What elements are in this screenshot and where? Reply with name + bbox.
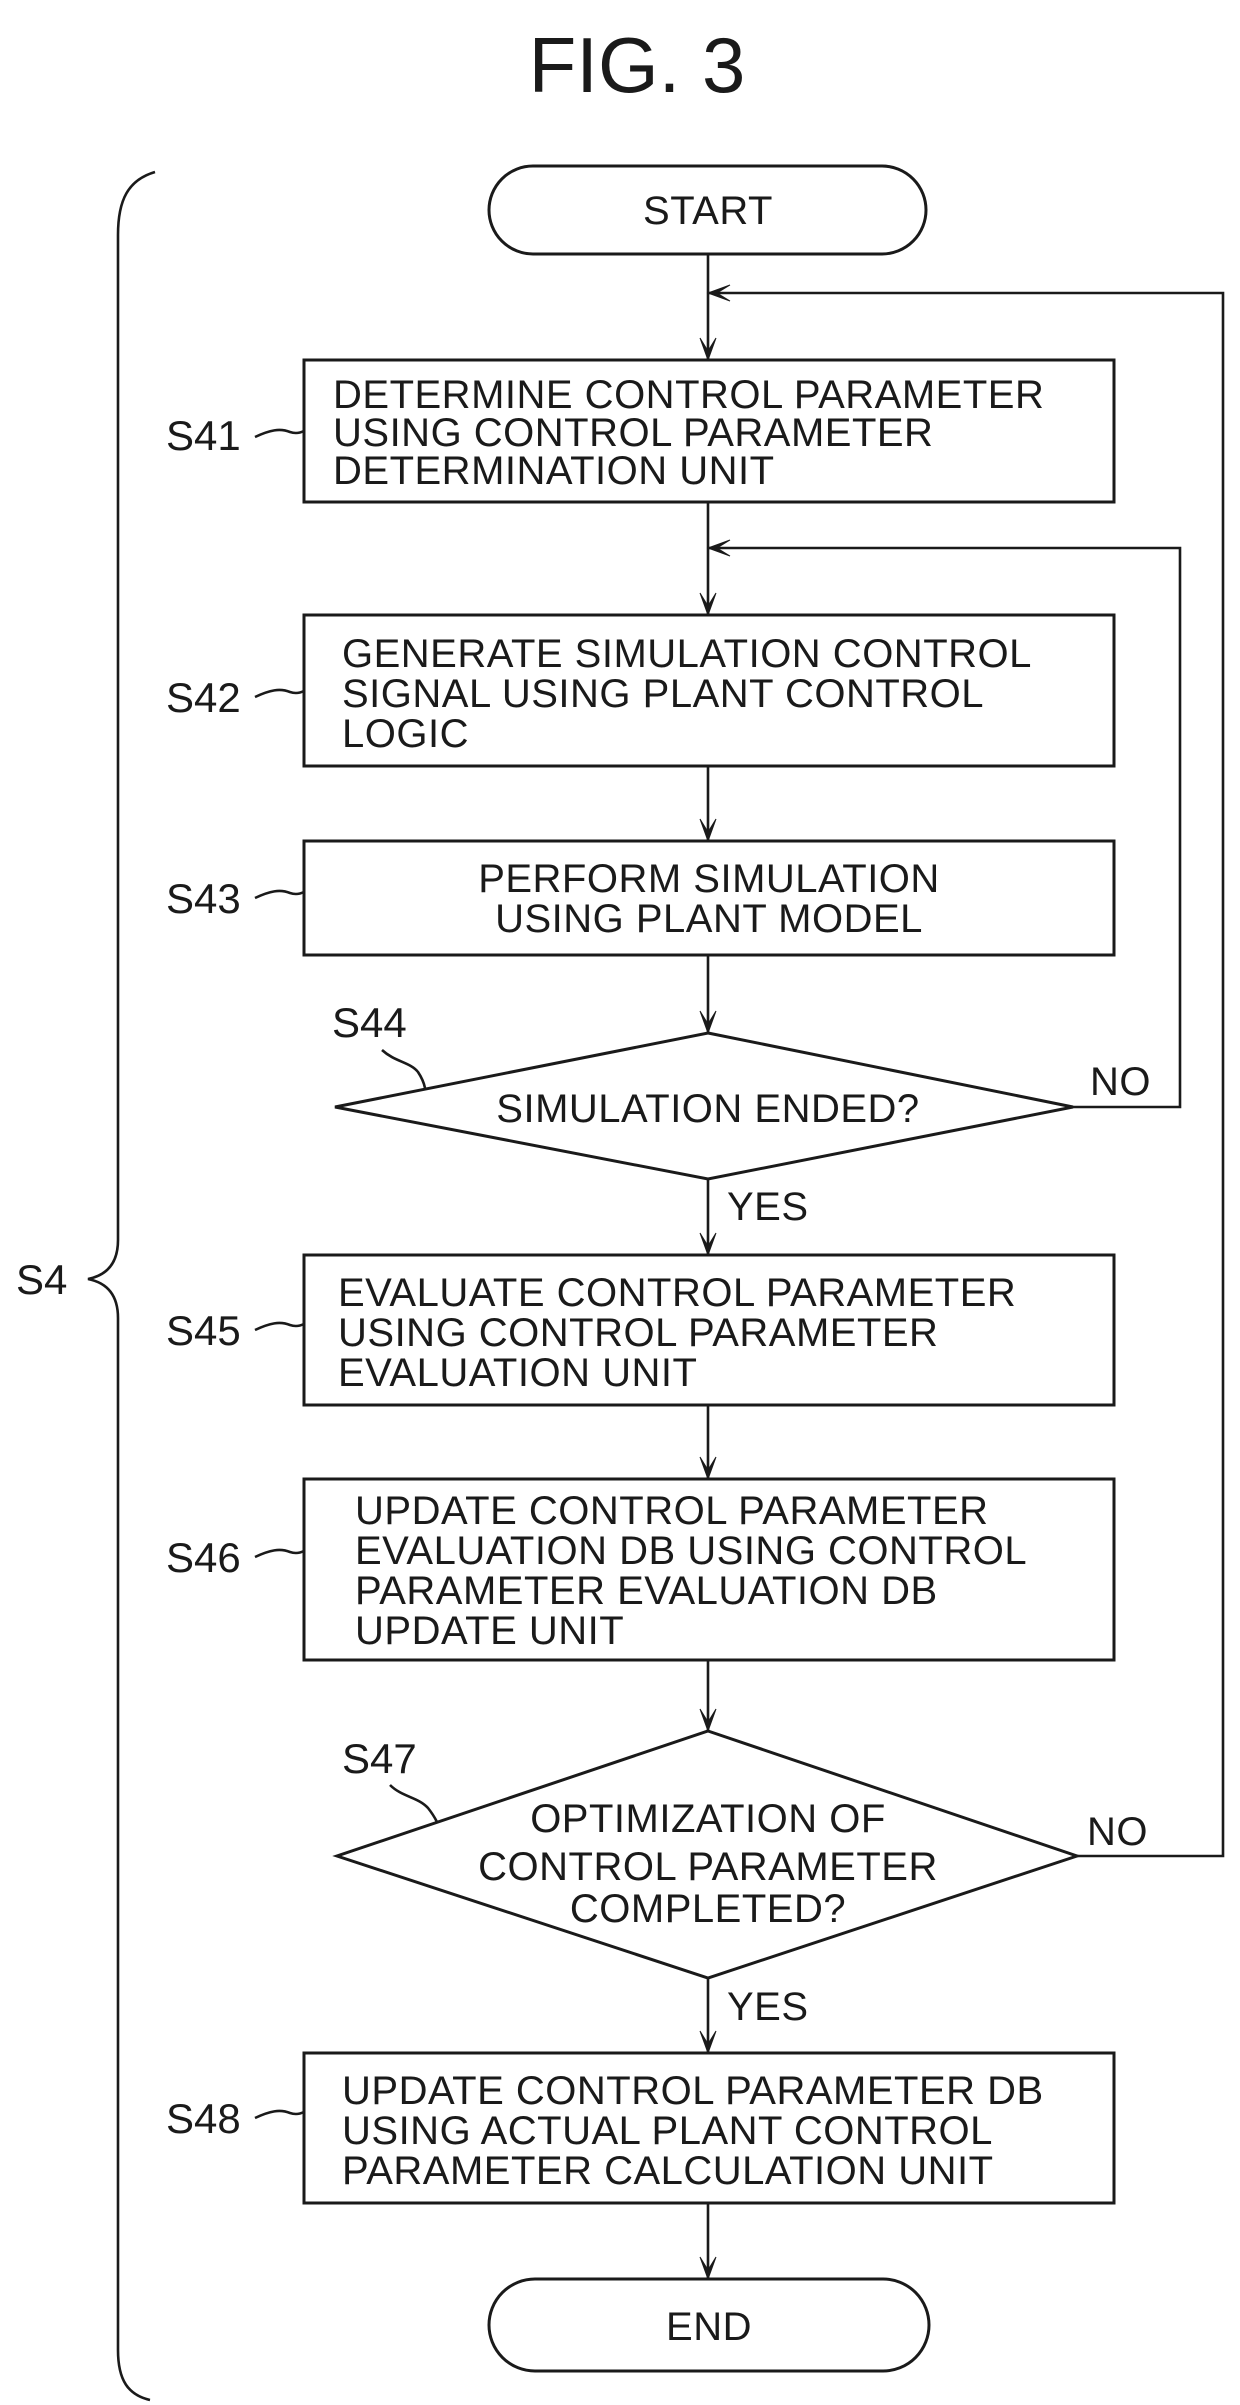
step-s48-line-1: UPDATE CONTROL PARAMETER DB: [342, 2069, 1044, 2113]
group-brace: [87, 170, 156, 2402]
step-s43-line-2: USING PLANT MODEL: [495, 897, 923, 941]
step-s43-leader: [254, 889, 305, 900]
step-s43-text: PERFORM SIMULATION USING PLANT MODEL: [478, 857, 940, 941]
step-s45-line-3: EVALUATION UNIT: [338, 1351, 697, 1395]
end-label: END: [666, 2305, 752, 2349]
step-s47-line-3: COMPLETED?: [570, 1887, 846, 1931]
group-label-s4: S4: [16, 1256, 67, 1303]
step-s43-id: S43: [166, 875, 241, 922]
step-s48-text: UPDATE CONTROL PARAMETER DB USING ACTUAL…: [342, 2069, 1044, 2193]
step-s42-line-2: SIGNAL USING PLANT CONTROL: [342, 672, 984, 716]
step-s45-line-1: EVALUATE CONTROL PARAMETER: [338, 1271, 1016, 1315]
step-s48-line-3: PARAMETER CALCULATION UNIT: [342, 2149, 994, 2193]
step-s47-line-1: OPTIMIZATION OF: [530, 1797, 886, 1841]
step-s45-leader: [254, 1321, 305, 1332]
step-s46-id: S46: [166, 1534, 241, 1581]
step-s42-id: S42: [166, 674, 241, 721]
step-s48-id: S48: [166, 2095, 241, 2142]
step-s46-line-1: UPDATE CONTROL PARAMETER: [355, 1489, 989, 1533]
step-s47-line-2: CONTROL PARAMETER: [478, 1845, 938, 1889]
step-s46-line-2: EVALUATION DB USING CONTROL: [355, 1529, 1027, 1573]
step-s47-id: S47: [342, 1735, 417, 1782]
step-s47-leader: [389, 1784, 439, 1823]
step-s46-line-3: PARAMETER EVALUATION DB: [355, 1569, 938, 1613]
step-s46-line-4: UPDATE UNIT: [355, 1609, 624, 1653]
step-s48-line-2: USING ACTUAL PLANT CONTROL: [342, 2109, 993, 2153]
step-s42-line-1: GENERATE SIMULATION CONTROL: [342, 632, 1032, 676]
step-s44-no-label: NO: [1090, 1060, 1151, 1104]
step-s47-yes-label: YES: [727, 1985, 809, 2029]
start-label: START: [643, 189, 773, 233]
step-s41-leader: [254, 428, 305, 439]
flowchart: FIG. 3 S4 START DETERMINE CONTROL PARAME…: [16, 21, 1225, 2402]
figure-title: FIG. 3: [529, 21, 746, 109]
step-s43-line-1: PERFORM SIMULATION: [478, 857, 940, 901]
step-s41-line-3: DETERMINATION UNIT: [333, 449, 775, 493]
step-s45-line-2: USING CONTROL PARAMETER: [338, 1311, 938, 1355]
step-s45-id: S45: [166, 1307, 241, 1354]
step-s48-leader: [254, 2109, 305, 2120]
step-s42-line-3: LOGIC: [342, 712, 469, 756]
step-s46-leader: [254, 1548, 305, 1559]
step-s44-yes-label: YES: [727, 1185, 809, 1229]
step-s44-leader: [381, 1049, 427, 1089]
step-s47-no-label: NO: [1087, 1810, 1148, 1854]
step-s44-question: SIMULATION ENDED?: [496, 1087, 919, 1131]
step-s42-leader: [254, 688, 305, 699]
step-s44-id: S44: [332, 999, 407, 1046]
step-s41-id: S41: [166, 412, 241, 459]
